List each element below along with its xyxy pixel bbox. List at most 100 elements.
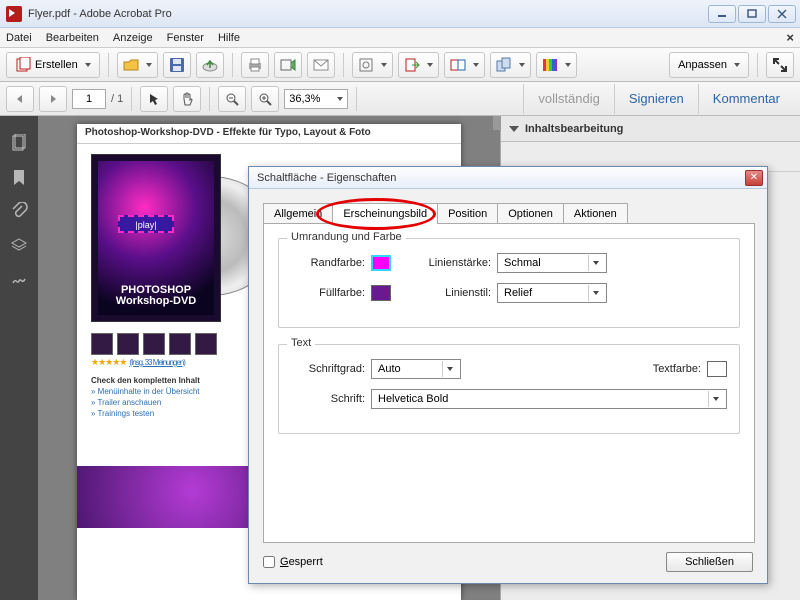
rating-link[interactable]: (Insg. 33 Meinungen) xyxy=(129,358,185,367)
dialog-close-button[interactable]: ✕ xyxy=(745,170,763,186)
window-titlebar: Flyer.pdf - Adobe Acrobat Pro xyxy=(0,0,800,28)
group-legend: Text xyxy=(287,337,315,349)
attachments-panel-icon[interactable] xyxy=(10,202,28,220)
create-pdf-icon xyxy=(15,57,31,73)
select-tool-button[interactable] xyxy=(140,86,168,112)
next-page-button[interactable] xyxy=(39,86,67,112)
sign-button[interactable]: Signieren xyxy=(614,84,698,114)
zoom-select[interactable]: 36,3% xyxy=(284,89,348,109)
disclosure-triangle-icon xyxy=(509,126,519,132)
menubar: Datei Bearbeiten Anzeige Fenster Hilfe × xyxy=(0,28,800,48)
fill-color-swatch[interactable] xyxy=(371,285,391,301)
share-button[interactable] xyxy=(274,52,302,78)
label-fill-color: Füllfarbe: xyxy=(291,287,365,299)
fullscreen-button[interactable] xyxy=(766,52,794,78)
page-total: / 1 xyxy=(111,93,123,105)
email-button[interactable] xyxy=(307,52,335,78)
thumbnail[interactable] xyxy=(169,333,191,355)
menu-anzeige[interactable]: Anzeige xyxy=(113,32,153,44)
bookmarks-panel-icon[interactable] xyxy=(10,168,28,186)
line-style-select[interactable]: Relief xyxy=(497,283,607,303)
thumbnail[interactable] xyxy=(91,333,113,355)
save-button[interactable] xyxy=(163,52,191,78)
menu-hilfe[interactable]: Hilfe xyxy=(218,32,240,44)
tab-aktionen[interactable]: Aktionen xyxy=(563,203,628,224)
panel-header-content-editing[interactable]: Inhaltsbearbeitung xyxy=(501,116,800,142)
zoom-out-button[interactable] xyxy=(218,86,246,112)
floppy-icon xyxy=(169,57,185,73)
page-number-input[interactable] xyxy=(72,89,106,109)
envelope-icon xyxy=(313,57,329,73)
cloud-button[interactable] xyxy=(196,52,224,78)
tools-full-button[interactable]: vollständig xyxy=(523,84,613,114)
pages-panel-icon[interactable] xyxy=(10,134,28,152)
create-button[interactable]: Erstellen xyxy=(6,52,100,78)
button-properties-dialog: Schaltfläche - Eigenschaften ✕ Allgemein… xyxy=(248,166,768,584)
label-line-style: Linienstil: xyxy=(411,287,491,299)
font-size-select[interactable]: Auto xyxy=(371,359,461,379)
app-icon xyxy=(6,6,22,22)
thumbnail[interactable] xyxy=(117,333,139,355)
comment-button[interactable]: Kommentar xyxy=(698,84,794,114)
hand-tool-button[interactable] xyxy=(173,86,201,112)
line-weight-select[interactable]: Schmal xyxy=(497,253,607,273)
create-label: Erstellen xyxy=(35,59,78,71)
locked-checkbox-input[interactable] xyxy=(263,556,275,568)
folder-open-icon xyxy=(123,57,139,73)
color-button[interactable] xyxy=(536,52,577,78)
prev-page-button[interactable] xyxy=(6,86,34,112)
label-border-color: Randfarbe: xyxy=(291,257,365,269)
window-title: Flyer.pdf - Adobe Acrobat Pro xyxy=(28,8,708,20)
scan-icon xyxy=(358,57,374,73)
convert-button[interactable] xyxy=(444,52,485,78)
rainbow-icon xyxy=(542,57,558,73)
signatures-panel-icon[interactable] xyxy=(10,270,28,288)
tab-allgemein[interactable]: Allgemein xyxy=(263,203,333,224)
close-window-button[interactable] xyxy=(768,5,796,23)
tab-optionen[interactable]: Optionen xyxy=(497,203,564,224)
dropdown-icon xyxy=(85,63,91,67)
menu-bearbeiten[interactable]: Bearbeiten xyxy=(46,32,99,44)
locked-checkbox[interactable]: Gesperrt xyxy=(263,556,323,568)
zoom-in-button[interactable] xyxy=(251,86,279,112)
thumbnail[interactable] xyxy=(195,333,217,355)
customize-button[interactable]: Anpassen xyxy=(669,52,749,78)
locked-label: esperrt xyxy=(289,556,323,568)
label-text-color: Textfarbe: xyxy=(653,363,701,375)
thumbnail[interactable] xyxy=(143,333,165,355)
minimize-button[interactable] xyxy=(708,5,736,23)
nav-toolbar: / 1 36,3% vollständig Signieren Kommenta… xyxy=(0,82,800,116)
play-button-field[interactable]: |play| xyxy=(118,215,174,233)
maximize-button[interactable] xyxy=(738,5,766,23)
dialog-title: Schaltfläche - Eigenschaften xyxy=(257,172,396,184)
open-button[interactable] xyxy=(117,52,158,78)
text-color-swatch[interactable] xyxy=(707,361,727,377)
menu-datei[interactable]: Datei xyxy=(6,32,32,44)
tab-position[interactable]: Position xyxy=(437,203,498,224)
close-document-button[interactable]: × xyxy=(786,30,794,45)
convert-icon xyxy=(450,57,466,73)
menu-fenster[interactable]: Fenster xyxy=(167,32,204,44)
group-legend: Umrandung und Farbe xyxy=(287,231,406,243)
tab-erscheinungsbild[interactable]: Erscheinungsbild xyxy=(332,203,438,224)
export-button[interactable] xyxy=(398,52,439,78)
layers-panel-icon[interactable] xyxy=(10,236,28,254)
combine-button[interactable] xyxy=(490,52,531,78)
pane-resize-handle[interactable] xyxy=(493,116,501,130)
font-select[interactable]: Helvetica Bold xyxy=(371,389,727,409)
dialog-tabs: Allgemein Erscheinungsbild Position Opti… xyxy=(263,203,767,224)
print-button[interactable] xyxy=(241,52,269,78)
label-font: Schrift: xyxy=(291,393,365,405)
label-font-size: Schriftgrad: xyxy=(291,363,365,375)
dialog-close-action-button[interactable]: Schließen xyxy=(666,552,753,572)
dialog-titlebar[interactable]: Schaltfläche - Eigenschaften ✕ xyxy=(249,167,767,189)
border-color-swatch[interactable] xyxy=(371,255,391,271)
panel-header-label: Inhaltsbearbeitung xyxy=(525,123,623,135)
printer-icon xyxy=(247,57,263,73)
zoom-value: 36,3% xyxy=(289,93,320,105)
main-toolbar: Erstellen Anpassen xyxy=(0,48,800,82)
expand-icon xyxy=(772,57,788,73)
share-icon xyxy=(280,57,296,73)
scan-button[interactable] xyxy=(352,52,393,78)
combine-icon xyxy=(496,57,512,73)
